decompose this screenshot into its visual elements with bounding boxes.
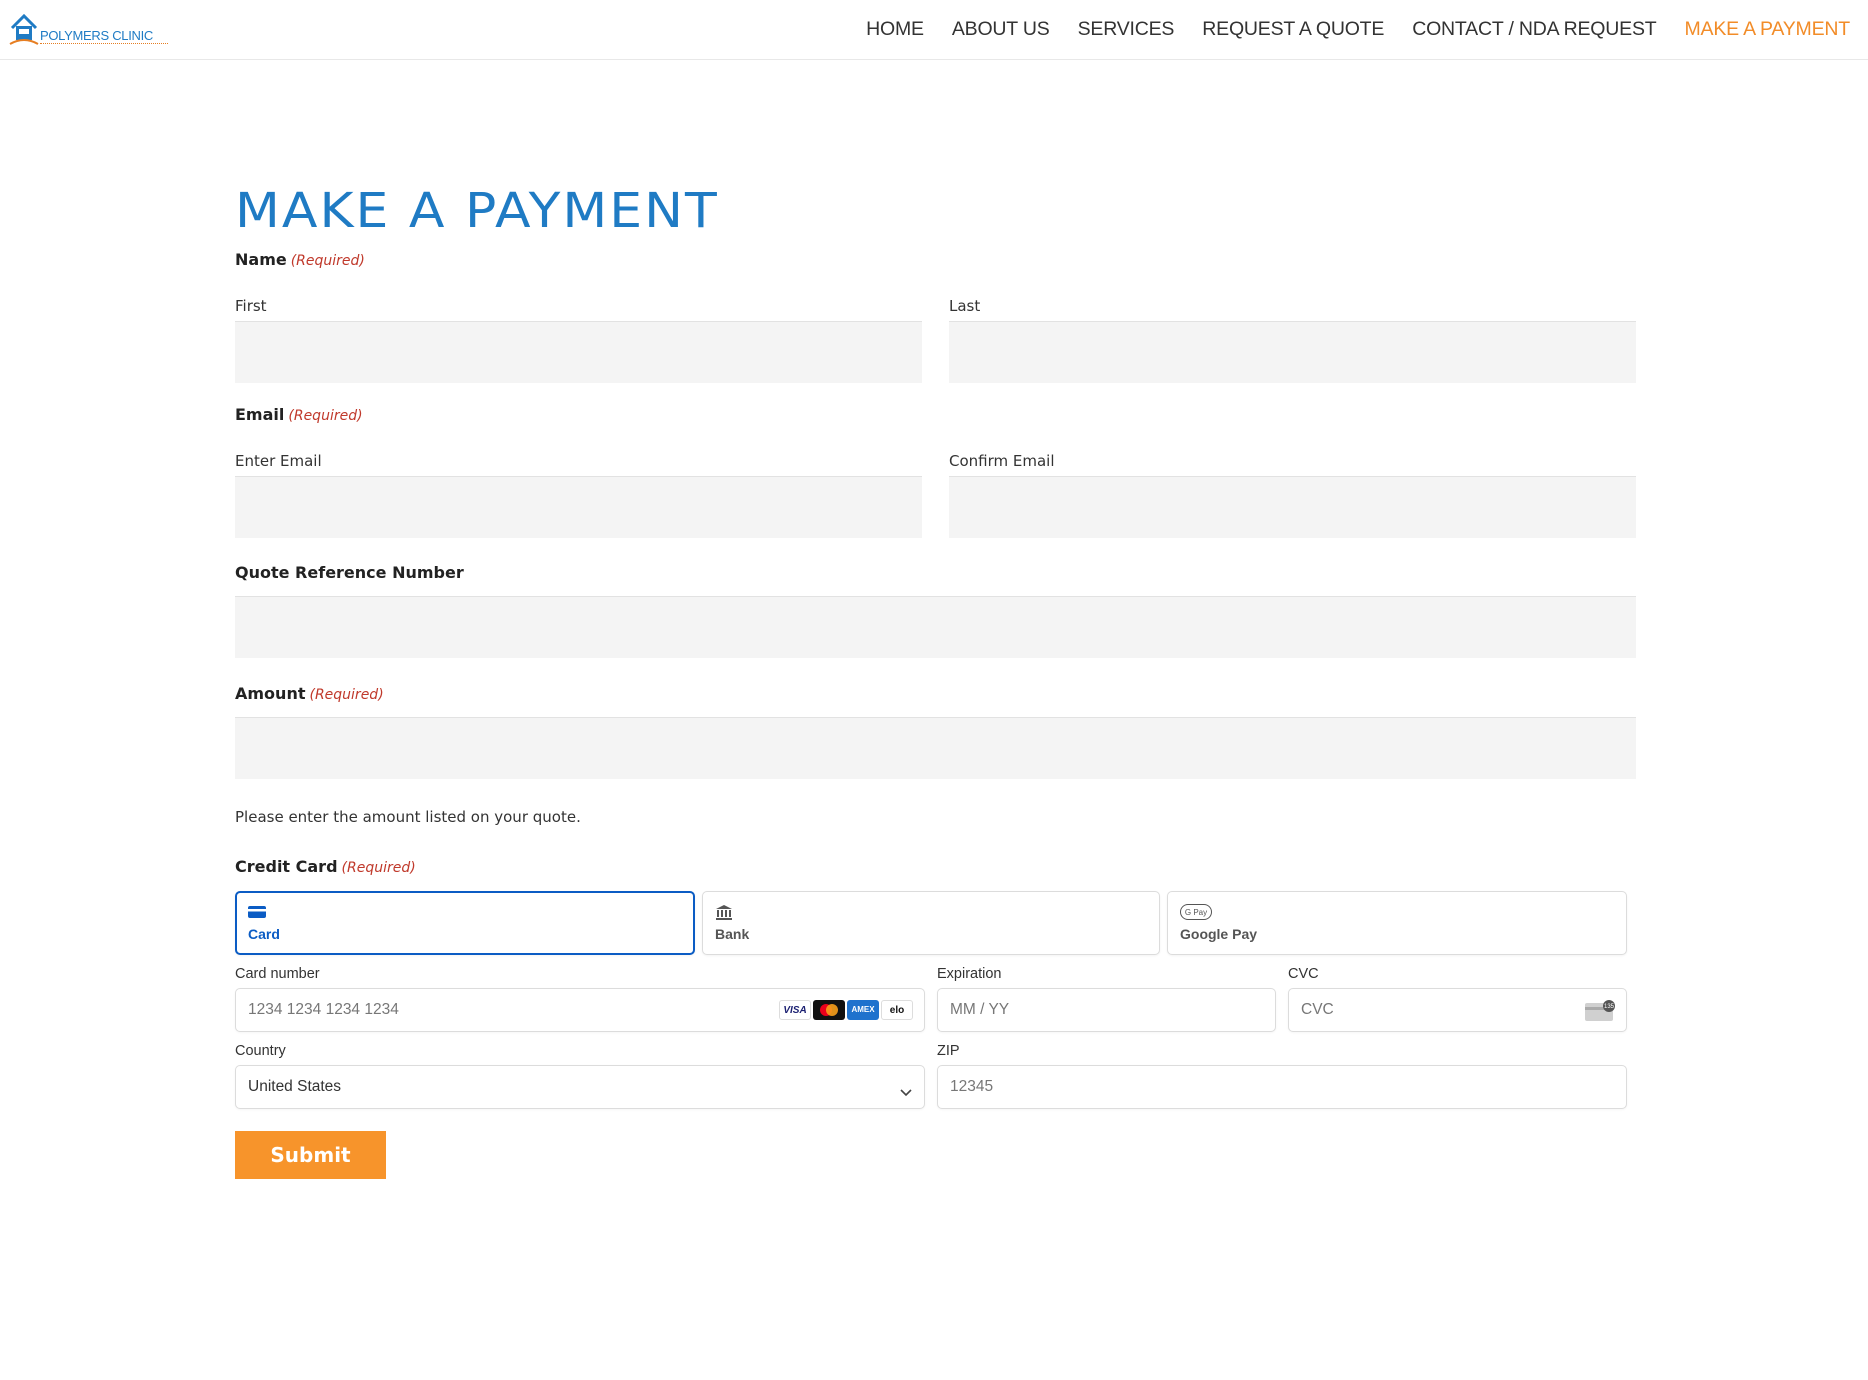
nav-make-payment[interactable]: MAKE A PAYMENT xyxy=(1684,18,1850,41)
svg-text:135: 135 xyxy=(1604,1004,1615,1010)
house-icon xyxy=(9,13,39,45)
amount-input[interactable] xyxy=(235,717,1636,779)
confirm-email-label: Confirm Email xyxy=(949,452,1055,470)
credit-card-label-text: Credit Card xyxy=(235,857,338,876)
nav-home[interactable]: HOME xyxy=(866,18,924,41)
google-pay-icon: G Pay xyxy=(1180,904,1212,924)
quote-reference-label-text: Quote Reference Number xyxy=(235,563,464,582)
first-name-label: First xyxy=(235,297,267,315)
payment-tab-card[interactable]: Card xyxy=(235,891,695,955)
expiration-input[interactable]: MM / YY xyxy=(937,988,1276,1032)
main-nav: HOME ABOUT US SERVICES REQUEST A QUOTE C… xyxy=(866,18,1850,41)
card-number-input[interactable]: 1234 1234 1234 1234 VISA AMEX elo xyxy=(235,988,925,1032)
required-tag: (Required) xyxy=(309,687,384,703)
country-value: United States xyxy=(248,1078,342,1095)
cvc-label: CVC xyxy=(1288,966,1319,982)
bank-icon xyxy=(715,904,733,924)
country-label: Country xyxy=(235,1043,286,1059)
last-name-label: Last xyxy=(949,297,981,315)
payment-tab-google-pay-label: Google Pay xyxy=(1180,926,1258,942)
confirm-email-input[interactable] xyxy=(949,476,1636,538)
name-label: Name (Required) xyxy=(235,250,365,269)
last-name-input[interactable] xyxy=(949,321,1636,383)
email-input[interactable] xyxy=(235,476,922,538)
nav-about-us[interactable]: ABOUT US xyxy=(952,18,1050,41)
chevron-down-icon xyxy=(900,1082,912,1101)
country-select[interactable]: United States xyxy=(235,1065,925,1109)
credit-card-label: Credit Card (Required) xyxy=(235,857,416,876)
card-number-placeholder: 1234 1234 1234 1234 xyxy=(248,1001,399,1018)
payment-tab-bank-label: Bank xyxy=(715,926,750,942)
zip-input[interactable]: 12345 xyxy=(937,1065,1627,1109)
svg-text:G Pay: G Pay xyxy=(1185,908,1207,917)
amount-label: Amount (Required) xyxy=(235,684,384,703)
nav-contact-nda[interactable]: CONTACT / NDA REQUEST xyxy=(1412,18,1656,41)
expiration-placeholder: MM / YY xyxy=(950,1001,1010,1018)
quote-reference-input[interactable] xyxy=(235,596,1636,658)
cvc-input[interactable]: CVC 135 xyxy=(1288,988,1627,1032)
page-title: MAKE A PAYMENT xyxy=(235,184,719,240)
site-header: POLYMERS CLINIC HOME ABOUT US SERVICES R… xyxy=(0,0,1868,60)
zip-label: ZIP xyxy=(937,1043,960,1059)
enter-email-label: Enter Email xyxy=(235,452,322,470)
cvc-card-icon: 135 xyxy=(1585,1000,1617,1026)
payment-tab-google-pay[interactable]: G Pay Google Pay xyxy=(1167,891,1627,955)
required-tag: (Required) xyxy=(288,408,363,424)
submit-button[interactable]: Submit xyxy=(235,1131,386,1179)
amount-label-text: Amount xyxy=(235,684,306,703)
visa-icon: VISA xyxy=(779,1000,811,1020)
required-tag: (Required) xyxy=(290,253,365,269)
logo-text: POLYMERS CLINIC xyxy=(40,28,154,43)
nav-request-quote[interactable]: REQUEST A QUOTE xyxy=(1202,18,1384,41)
zip-placeholder: 12345 xyxy=(950,1078,994,1095)
amount-hint: Please enter the amount listed on your q… xyxy=(235,808,581,826)
nav-services[interactable]: SERVICES xyxy=(1078,18,1175,41)
cvc-placeholder: CVC xyxy=(1301,1001,1334,1018)
card-number-label: Card number xyxy=(235,966,320,982)
payment-tab-bank[interactable]: Bank xyxy=(702,891,1160,955)
site-logo[interactable]: POLYMERS CLINIC xyxy=(8,8,168,50)
quote-reference-label: Quote Reference Number xyxy=(235,563,464,582)
expiration-label: Expiration xyxy=(937,966,1002,982)
email-label: Email (Required) xyxy=(235,405,363,424)
required-tag: (Required) xyxy=(341,860,416,876)
payment-tab-card-label: Card xyxy=(248,926,280,942)
amex-icon: AMEX xyxy=(847,1000,879,1020)
elo-icon: elo xyxy=(881,1000,913,1020)
email-label-text: Email xyxy=(235,405,285,424)
card-icon xyxy=(248,904,266,923)
mastercard-icon xyxy=(813,1000,845,1020)
name-label-text: Name xyxy=(235,250,287,269)
logo-underline xyxy=(40,43,168,45)
first-name-input[interactable] xyxy=(235,321,922,383)
